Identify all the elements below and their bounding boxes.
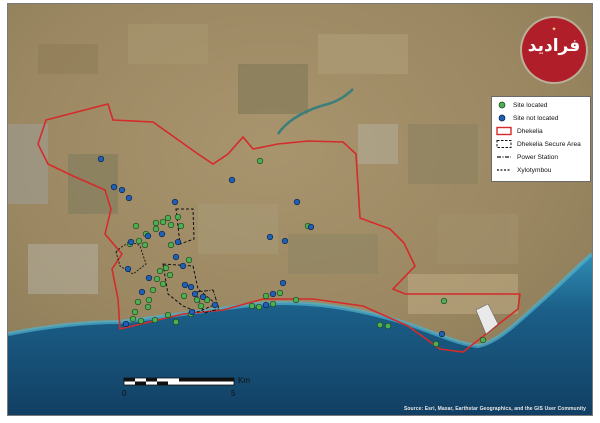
- logo-text: فرادید: [527, 36, 581, 56]
- legend-label: Site not located: [513, 114, 559, 122]
- legend-label: Xylotymbou: [517, 166, 552, 174]
- legend-item-site-located: Site located: [496, 100, 547, 110]
- blue-dot-icon: [498, 114, 506, 122]
- green-dot-icon: [498, 101, 506, 109]
- legend-item-secure-area: Dhekelia Secure Area: [496, 139, 581, 149]
- legend-item-power-station: Power Station: [496, 152, 558, 162]
- legend-label: Site located: [513, 101, 548, 109]
- dash-dot-line-icon: [497, 156, 511, 158]
- legend-label: Power Station: [517, 153, 559, 161]
- legend-label: Dhekelia: [517, 127, 543, 135]
- legend-label: Dhekelia Secure Area: [517, 140, 581, 148]
- legend-item-dhekelia: Dhekelia: [496, 126, 543, 136]
- red-outline-box-icon: [496, 126, 512, 136]
- scale-end-label: 5: [231, 389, 236, 398]
- legend-item-xylotymbou: Xylotymbou: [496, 165, 551, 175]
- legend-item-site-not-located: Site not located: [496, 113, 558, 123]
- map-frame: ✦ فرادید Site located Site not located D…: [7, 3, 593, 416]
- map-credits: Source: Esri, Maxar, Earthstar Geographi…: [403, 406, 586, 412]
- logo-subtext: ✦: [551, 26, 557, 33]
- dashed-line-icon: [497, 169, 511, 171]
- dashed-box-icon: [496, 140, 512, 148]
- scale-bar: 0 5 Km: [120, 375, 260, 405]
- map-legend: Site located Site not located Dhekelia D…: [491, 96, 591, 182]
- satellite-map[interactable]: [8, 4, 592, 415]
- scale-start-label: 0: [122, 389, 127, 398]
- faradid-logo: ✦ فرادید: [522, 18, 586, 82]
- scale-unit-label: Km: [238, 376, 250, 385]
